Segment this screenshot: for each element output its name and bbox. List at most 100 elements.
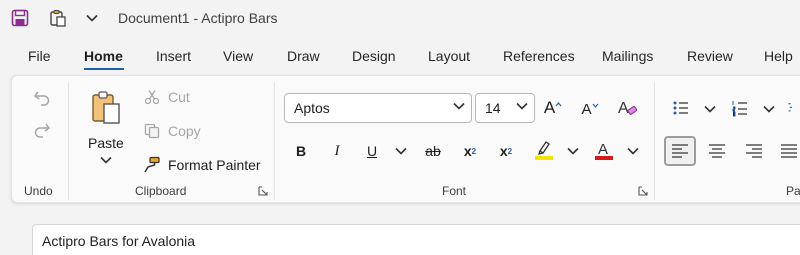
align-left-icon: [672, 144, 688, 158]
chevron-down-icon: [100, 156, 112, 164]
align-left-button[interactable]: [664, 136, 696, 166]
svg-text:A: A: [618, 100, 629, 117]
active-tab-indicator: [84, 68, 124, 70]
copy-icon: [142, 121, 162, 141]
strikethrough-button[interactable]: ab: [419, 137, 447, 165]
window-title: Document1 - Actipro Bars: [118, 10, 278, 26]
save-button[interactable]: [9, 6, 31, 30]
shrink-font-label: A: [581, 100, 592, 118]
format-painter-icon: [142, 155, 162, 175]
paste-button[interactable]: Paste: [80, 86, 130, 172]
align-center-icon: [709, 144, 725, 158]
numbered-list-icon: [732, 101, 747, 117]
group-separator: [654, 82, 655, 200]
subscript-marker: 2: [471, 146, 477, 156]
undo-icon: [33, 91, 50, 106]
undo-button[interactable]: [28, 84, 56, 112]
group-label-font: Font: [442, 184, 467, 198]
underline-options-button[interactable]: [393, 141, 409, 161]
italic-button[interactable]: I: [323, 137, 351, 165]
tab-view[interactable]: View: [223, 48, 253, 64]
subscript-button[interactable]: x2: [456, 137, 484, 165]
redo-button[interactable]: [28, 116, 56, 144]
paste-quick-button[interactable]: [47, 6, 69, 30]
tab-design[interactable]: Design: [352, 48, 396, 64]
customize-qat-button[interactable]: [81, 6, 103, 30]
document-editor[interactable]: Actipro Bars for Avalonia: [32, 224, 800, 255]
justify-icon: [781, 144, 797, 158]
group-label-clipboard: Clipboard: [135, 184, 187, 198]
group-label-paragraph: Pa: [786, 184, 800, 198]
tab-review[interactable]: Review: [687, 48, 733, 64]
dialog-launcher-icon[interactable]: [638, 186, 648, 196]
highlight-color-options-button[interactable]: [565, 141, 581, 161]
tab-draw[interactable]: Draw: [287, 48, 320, 64]
format-painter-button[interactable]: Format Painter: [142, 155, 261, 175]
align-right-button[interactable]: [740, 137, 768, 165]
paste-label: Paste: [88, 135, 124, 151]
superscript-button[interactable]: x2: [492, 137, 520, 165]
numbering-button[interactable]: [726, 94, 754, 122]
chevron-down-icon: [516, 102, 528, 110]
shrink-font-button[interactable]: A: [576, 95, 604, 123]
clear-formatting-icon: A: [618, 100, 638, 117]
multilevel-list-button[interactable]: [787, 94, 800, 122]
cut-label: Cut: [168, 89, 190, 105]
clear-formatting-button[interactable]: A: [614, 94, 642, 122]
chevron-down-icon: [86, 14, 98, 22]
group-label-undo: Undo: [24, 184, 53, 198]
chevron-down-icon: [567, 147, 579, 155]
highlight-color-button[interactable]: [530, 136, 558, 164]
highlighter-icon: [535, 141, 553, 160]
svg-text:A: A: [598, 141, 608, 158]
superscript-label: x: [499, 143, 508, 159]
font-color-button[interactable]: A: [590, 136, 618, 164]
font-family-combobox[interactable]: Aptos: [284, 93, 472, 123]
font-color-icon: A: [595, 141, 613, 160]
tab-references[interactable]: References: [503, 48, 575, 64]
font-size-value: 14: [485, 100, 501, 116]
group-separator: [274, 82, 275, 200]
subscript-label: x: [463, 143, 472, 159]
tab-help[interactable]: Help: [764, 48, 793, 64]
copy-button[interactable]: Copy: [142, 121, 201, 141]
grow-font-label: A: [543, 98, 556, 117]
tab-insert[interactable]: Insert: [156, 48, 191, 64]
redo-icon: [34, 123, 51, 138]
italic-label: I: [334, 142, 340, 159]
multilevel-list-icon: [788, 103, 793, 112]
cut-button[interactable]: Cut: [142, 87, 190, 107]
font-size-combobox[interactable]: 14: [475, 93, 535, 123]
chevron-down-icon: [453, 102, 465, 110]
tab-home[interactable]: Home: [84, 48, 123, 64]
align-center-button[interactable]: [703, 137, 731, 165]
strikethrough-label: ab: [425, 143, 441, 159]
chevron-down-icon: [763, 105, 775, 113]
document-text: Actipro Bars for Avalonia: [42, 233, 196, 249]
format-painter-label: Format Painter: [168, 157, 261, 173]
tab-layout[interactable]: Layout: [428, 48, 470, 64]
bold-button[interactable]: B: [287, 137, 315, 165]
numbering-options-button[interactable]: [761, 99, 777, 119]
font-color-options-button[interactable]: [625, 141, 641, 161]
align-right-icon: [746, 144, 762, 158]
bold-label: B: [295, 143, 307, 159]
grow-font-button[interactable]: A: [539, 94, 567, 122]
chevron-down-icon: [704, 105, 716, 113]
tab-file[interactable]: File: [28, 48, 51, 64]
underline-label: U: [366, 143, 378, 159]
caret-up-icon: [555, 101, 562, 106]
bullets-button[interactable]: [667, 94, 695, 122]
underline-button[interactable]: U: [358, 137, 386, 165]
save-icon: [11, 9, 29, 27]
scissors-icon: [142, 87, 162, 107]
font-family-value: Aptos: [294, 100, 330, 116]
clipboard-paste-icon: [50, 10, 66, 27]
dialog-launcher-icon[interactable]: [258, 186, 268, 196]
bulleted-list-icon: [673, 101, 688, 115]
title-bar: Document1 - Actipro Bars: [0, 0, 800, 36]
copy-label: Copy: [168, 123, 201, 139]
bullets-options-button[interactable]: [702, 99, 718, 119]
tab-mailings[interactable]: Mailings: [602, 48, 653, 64]
justify-button[interactable]: [778, 137, 800, 165]
